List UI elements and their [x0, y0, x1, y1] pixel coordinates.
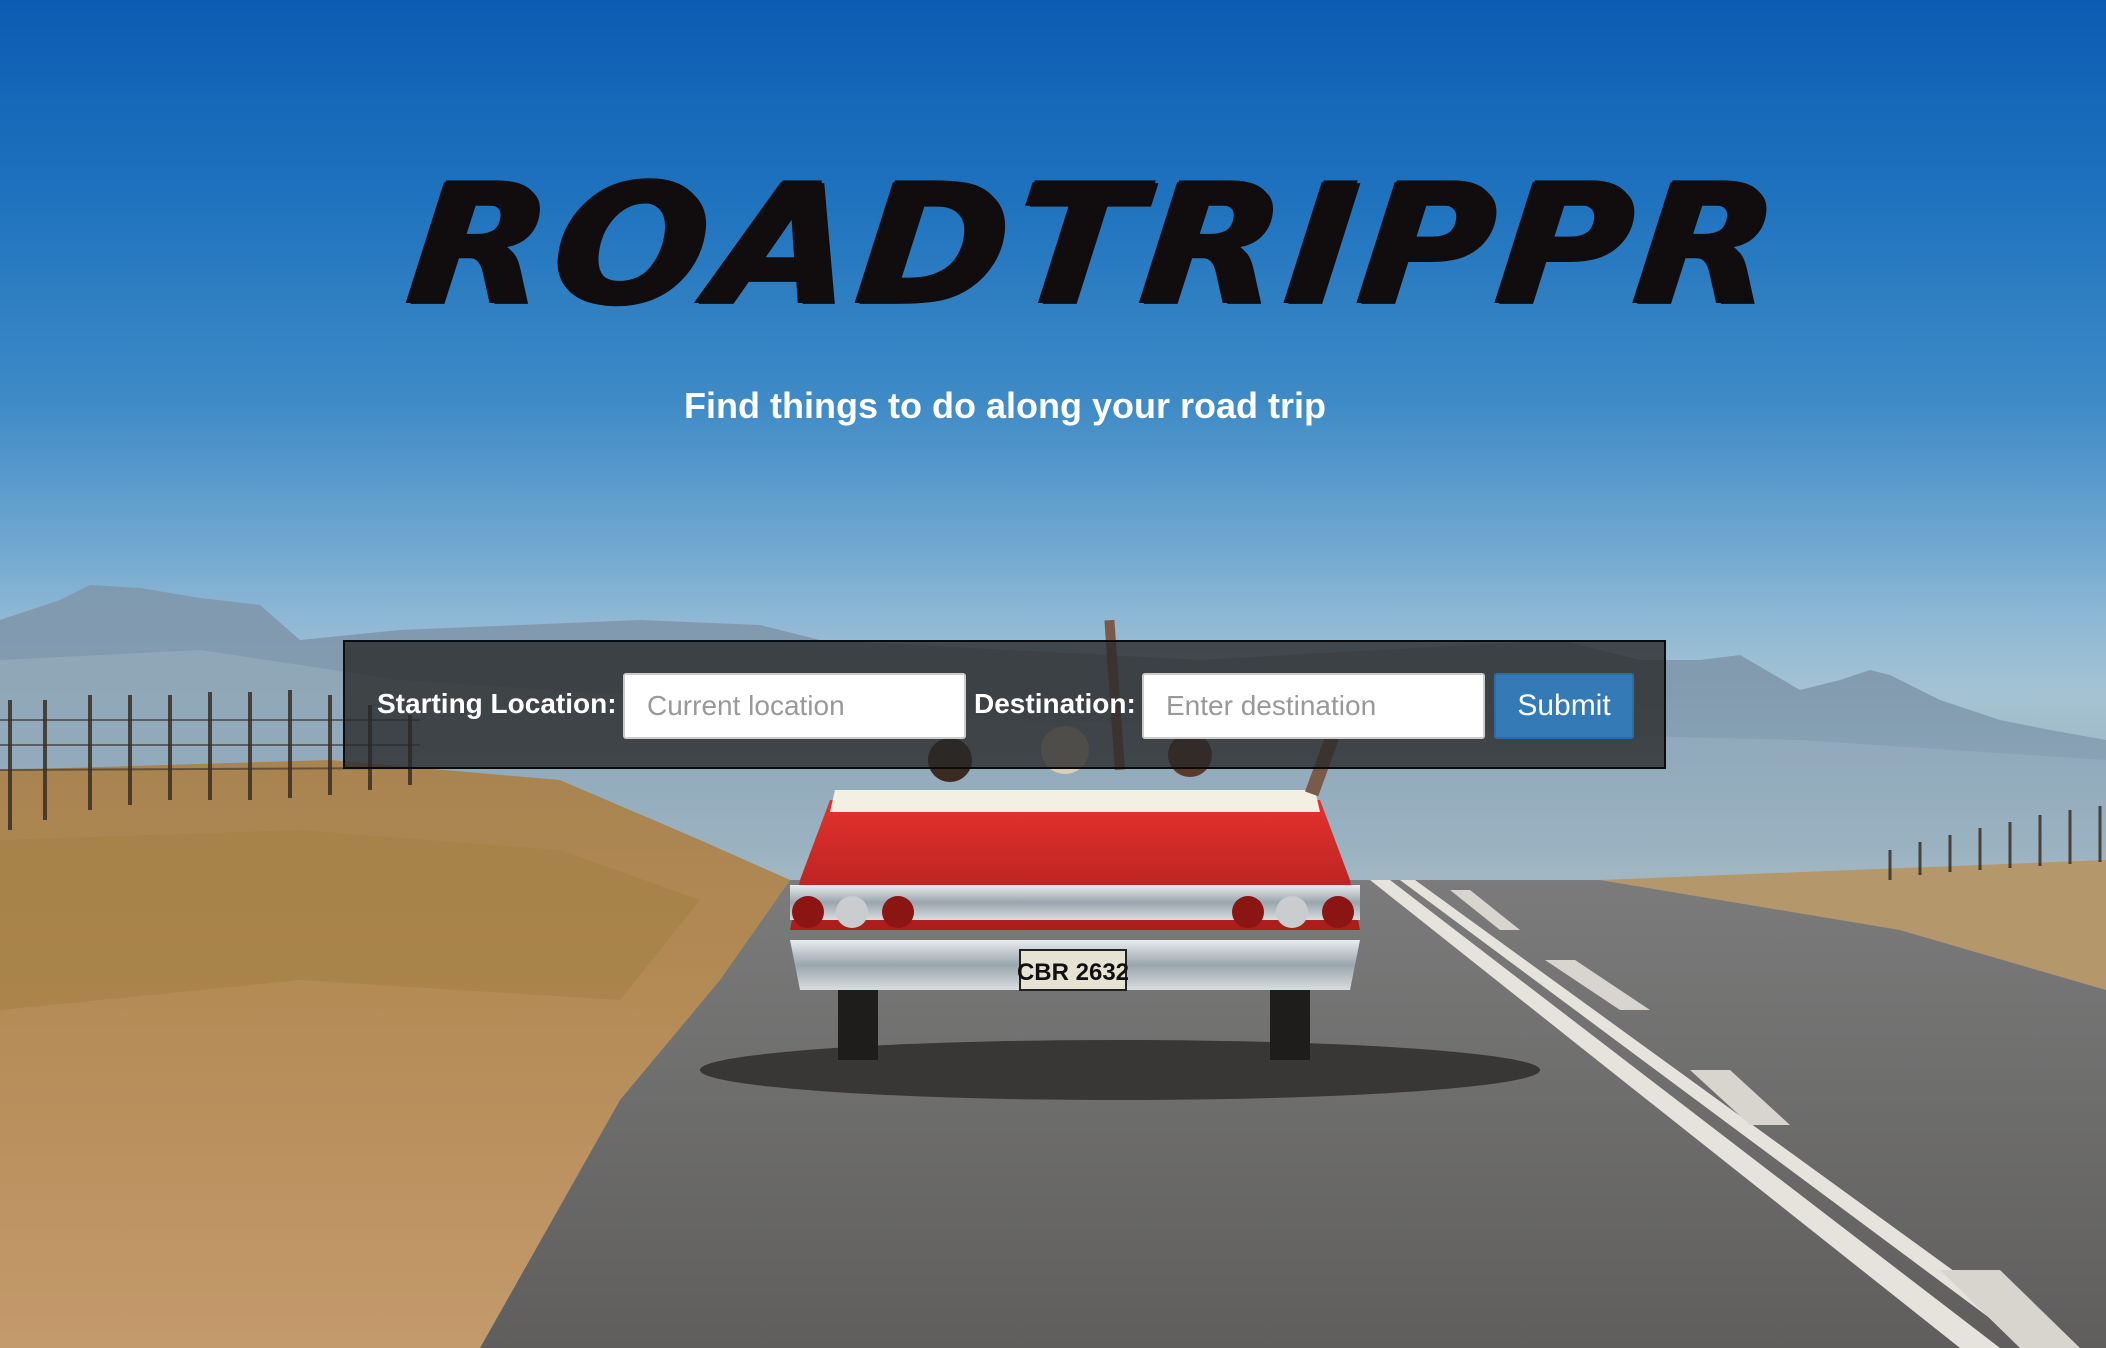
- destination-label: Destination:: [974, 688, 1136, 719]
- destination-input[interactable]: [1142, 673, 1485, 739]
- roadtrippr-logo: ROADTRIPPR: [400, 145, 1791, 345]
- route-search-form: Starting Location: Destination: Submit: [343, 640, 1666, 769]
- license-plate-text: CBR 2632: [1017, 959, 1129, 986]
- starting-location-input[interactable]: [623, 673, 966, 739]
- starting-location-label: Starting Location:: [377, 688, 617, 719]
- submit-button[interactable]: Submit: [1494, 673, 1634, 739]
- logo-text: ROADTRIPPR: [399, 148, 1792, 341]
- tagline: Find things to do along your road trip: [684, 385, 1326, 426]
- landing-page: CBR 2632 ROADTRIPPR Find things to do al…: [0, 0, 2106, 1348]
